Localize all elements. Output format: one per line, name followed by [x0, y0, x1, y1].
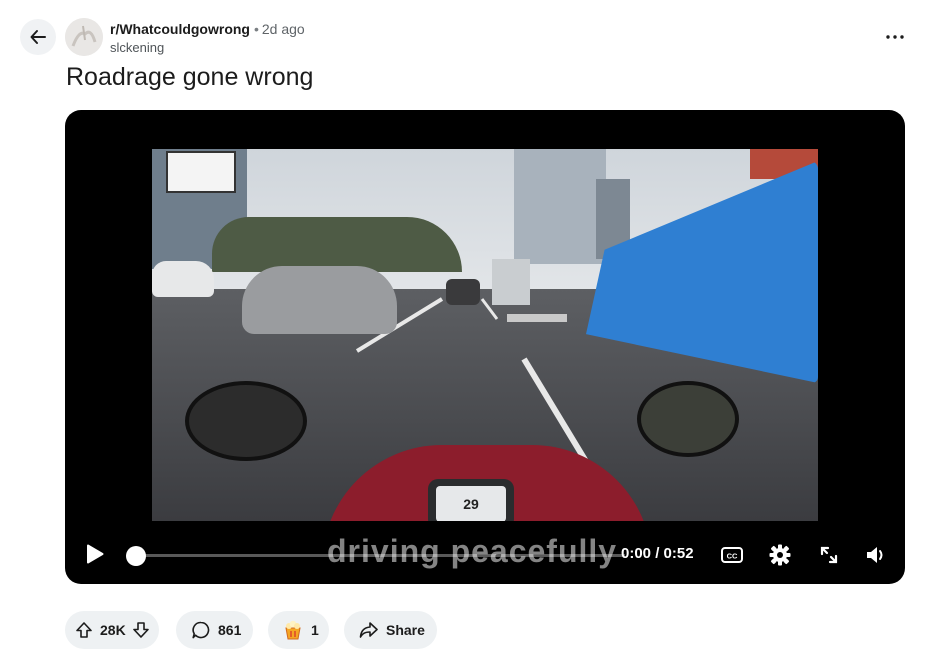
captions-button[interactable]: CC: [719, 542, 745, 568]
car-grey: [242, 266, 397, 334]
seek-handle[interactable]: [126, 546, 146, 566]
share-button[interactable]: Share: [344, 611, 437, 649]
arrow-left-icon: [30, 30, 46, 44]
expand-icon: [820, 546, 838, 564]
mirror-left: [185, 381, 307, 461]
play-icon: [87, 544, 104, 564]
post-age: 2d ago: [261, 21, 305, 37]
downvote-button[interactable]: [132, 621, 150, 639]
arrow-down-icon: [132, 622, 149, 638]
car-white: [152, 261, 214, 297]
treeline: [212, 217, 462, 272]
more-horizontal-icon: [886, 35, 904, 39]
comment-count: 861: [218, 622, 242, 638]
settings-button[interactable]: [767, 542, 793, 568]
post-meta: r/Whatcouldgowrong • 2d ago slckening: [110, 20, 305, 57]
comments-button[interactable]: 861: [176, 611, 253, 649]
meta-separator: •: [253, 21, 259, 37]
subreddit-avatar[interactable]: [65, 18, 103, 56]
time-display: 0:00 / 0:52: [621, 545, 694, 562]
video-controls: 0:00 / 0:52 CC: [65, 535, 905, 575]
comment-bubble-icon: [192, 621, 210, 639]
upvote-button[interactable]: [75, 621, 93, 639]
post-title: Roadrage gone wrong: [66, 63, 314, 91]
arrow-up-icon: [76, 622, 92, 638]
fullscreen-button[interactable]: [816, 542, 842, 568]
gear-icon: [769, 544, 791, 566]
cc-icon: CC: [721, 547, 743, 563]
back-button[interactable]: [20, 19, 56, 55]
share-label: Share: [386, 622, 425, 638]
car-dark: [446, 279, 480, 305]
award-button[interactable]: 1: [268, 611, 329, 649]
speedometer: 29: [428, 479, 514, 521]
billboard: [166, 151, 236, 193]
seek-bar[interactable]: [135, 554, 625, 557]
mirror-right: [637, 381, 739, 457]
subreddit-link[interactable]: r/Whatcouldgowrong: [110, 21, 250, 37]
volume-icon: [867, 547, 883, 563]
play-button[interactable]: [83, 542, 107, 566]
vote-pill: 28K: [65, 611, 159, 649]
truck: [492, 259, 530, 305]
building-center: [514, 149, 606, 264]
vote-count: 28K: [100, 622, 126, 638]
award-icon: [285, 620, 301, 640]
share-arrow-icon: [359, 622, 378, 638]
author-link[interactable]: slckening: [110, 39, 305, 57]
speed-readout: 29: [436, 486, 506, 521]
award-count: 1: [311, 622, 319, 638]
video-player[interactable]: 29 driving peacefully 0:00 / 0:52 CC: [65, 110, 905, 584]
volume-button[interactable]: [863, 542, 889, 568]
svg-text:CC: CC: [727, 552, 738, 561]
avatar-image: [65, 18, 103, 56]
video-frame[interactable]: 29: [152, 149, 818, 521]
more-options-button[interactable]: [880, 25, 910, 49]
